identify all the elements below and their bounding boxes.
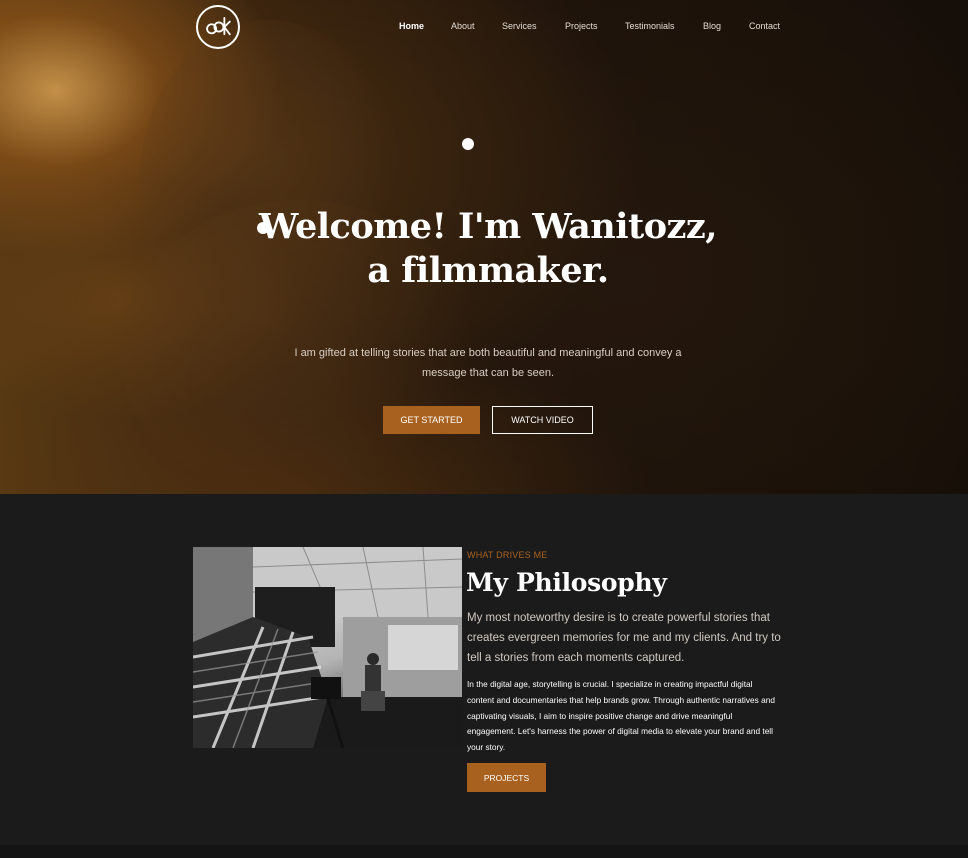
philosophy-photo: [193, 547, 462, 748]
main-nav: Home About Services Projects Testimonial…: [0, 21, 968, 35]
nav-about[interactable]: About: [451, 21, 475, 31]
philosophy-section: [0, 494, 968, 845]
projects-button[interactable]: PROJECTS: [467, 763, 546, 792]
philosophy-lead: My most noteworthy desire is to create p…: [467, 612, 781, 664]
nav-projects[interactable]: Projects: [565, 21, 598, 31]
next-section-edge: [0, 845, 968, 858]
hero-title: Welcome! I'm Wanitozz, a filmmaker.: [240, 205, 736, 293]
hero-subtitle: I am gifted at telling stories that are …: [294, 347, 682, 379]
hero-title-line-2: a filmmaker.: [367, 250, 609, 291]
philosophy-body: In the digital age, storytelling is cruc…: [467, 679, 775, 753]
get-started-button[interactable]: GET STARTED: [383, 406, 480, 434]
hero-title-line-1: Welcome! I'm Wanitozz,: [259, 206, 717, 247]
section-title: My Philosophy: [466, 568, 667, 597]
nav-services[interactable]: Services: [502, 21, 537, 31]
nav-home[interactable]: Home: [399, 21, 424, 31]
nav-contact[interactable]: Contact: [749, 21, 780, 31]
decorative-dot: [462, 138, 474, 150]
nav-testimonials[interactable]: Testimonials: [625, 21, 675, 31]
watch-video-button[interactable]: WATCH VIDEO: [492, 406, 593, 434]
section-kicker: WHAT DRIVES ME: [467, 550, 548, 560]
nav-blog[interactable]: Blog: [703, 21, 721, 31]
